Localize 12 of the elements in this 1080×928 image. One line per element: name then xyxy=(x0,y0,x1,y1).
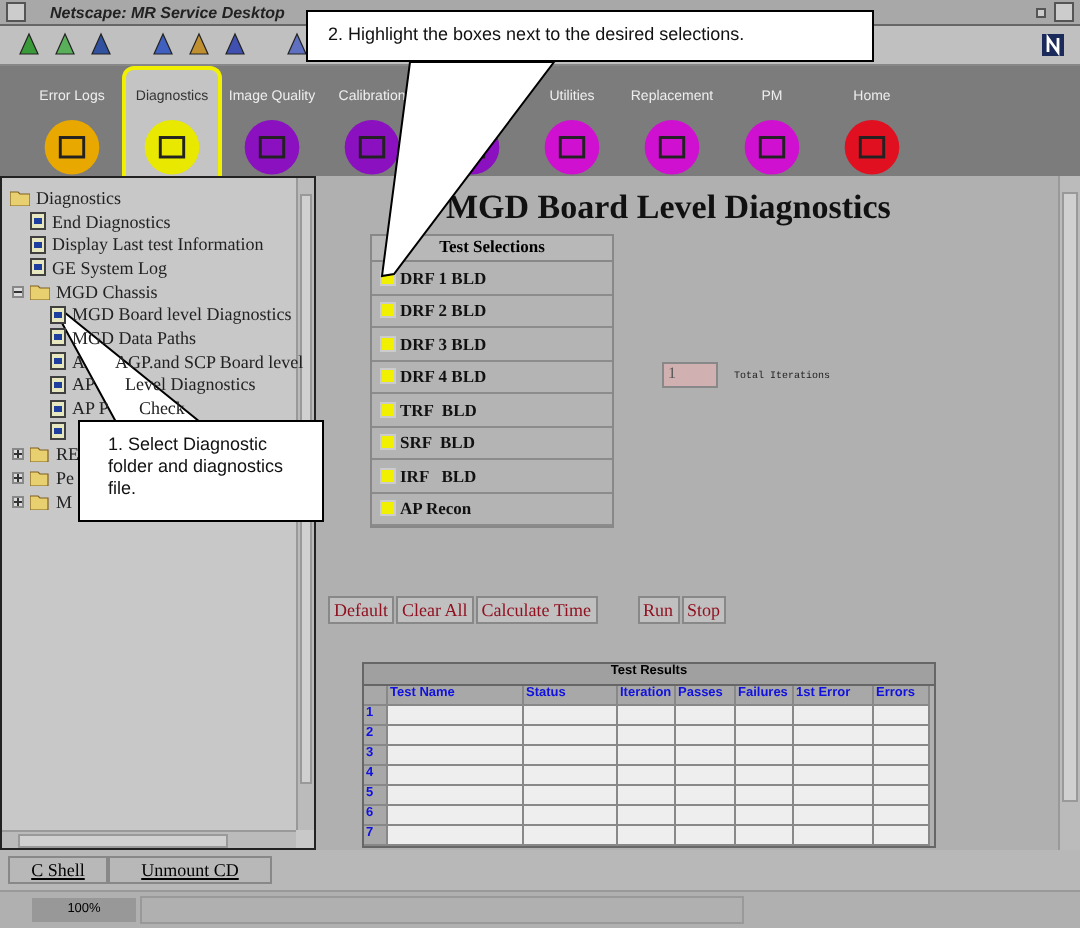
selection-label: DRF 1 BLD xyxy=(400,267,487,288)
selection-label: DRF 3 BLD xyxy=(400,333,487,354)
instruction-tooltip: 2. Highlight the boxes next to the desired selections. xyxy=(306,10,874,62)
instruction-tooltip: 1. Select Diagnostic folder and diagnostics file. xyxy=(78,420,324,522)
page-title: MGD Board Level Diagnostics xyxy=(446,188,893,228)
selection-label: IRF BLD xyxy=(400,465,477,486)
selection-label: DRF 2 BLD xyxy=(400,300,487,321)
selection-label: TRF BLD xyxy=(400,399,477,420)
window-title: Netscape: MR Service Desktop xyxy=(48,3,287,21)
selection-label: SRF BLD xyxy=(400,432,475,453)
selection-label: DRF 4 BLD xyxy=(400,366,487,387)
selection-label: AP Recon xyxy=(400,498,472,519)
